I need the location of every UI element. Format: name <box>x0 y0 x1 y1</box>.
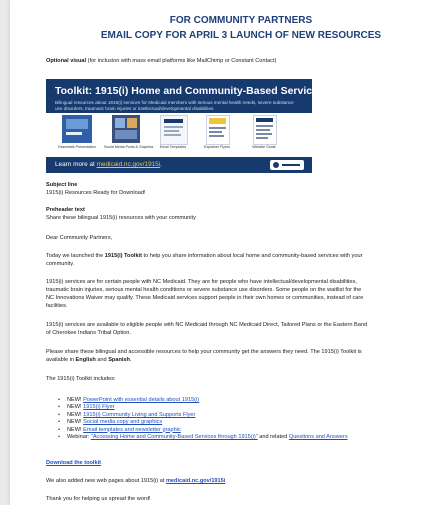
p4-spanish: Spanish <box>108 357 130 363</box>
list-item: NEW! 1915(i) Flyer <box>58 404 348 412</box>
list-item: NEW! 1915(i) Community Living and Suppor… <box>58 411 348 420</box>
p2-line-1: 1915(i) services are for certain people … <box>46 279 357 285</box>
p4-period: . <box>129 357 132 363</box>
header-line-2: EMAIL COPY FOR APRIL 3 LAUNCH OF NEW RES… <box>100 30 382 41</box>
document-page: FOR COMMUNITY PARTNERS EMAIL COPY FOR AP… <box>10 0 436 505</box>
list-item: NEW! Email templates and newsletter grap… <box>58 426 348 435</box>
banner-learn-more: Learn more at medicaid.nc.gov/1915i. <box>55 161 162 168</box>
subject-text: 1915(i) Resources Ready for Download! <box>46 190 146 196</box>
banner-resource-strip: Essentials Presentation Social Media Pos… <box>46 113 312 157</box>
banner-learn-link: medicaid.nc.gov/1915i <box>96 161 161 168</box>
webpages-pre: We also added new web pages about 1915(i… <box>46 478 166 484</box>
toolkit-list: NEW! PowerPoint with essential details a… <box>58 397 348 442</box>
list-item: NEW! PowerPoint with essential details a… <box>58 397 348 405</box>
presentation-thumbnail <box>62 115 92 143</box>
new-tag: NEW! <box>67 426 84 433</box>
banner-footer: Learn more at medicaid.nc.gov/1915i. <box>46 157 312 173</box>
toolkit-banner-image: Toolkit: 1915(i) Home and Community-Base… <box>46 79 324 173</box>
p1-line-2: community. <box>46 261 75 267</box>
flyer-thumbnail <box>206 115 230 145</box>
list-item: NEW! Social media copy and graphics <box>58 419 348 427</box>
tile-label-presentation: Essentials Presentation <box>58 145 96 149</box>
p2-line-4: facilities. <box>46 303 68 309</box>
p3-line-2: of Cherokee Indians Tribal Option. <box>46 330 131 336</box>
greeting: Dear Community Partners, <box>46 235 113 241</box>
social-media-thumbnail <box>112 115 140 143</box>
new-tag: NEW! <box>67 411 84 418</box>
list-item: Webinar: "Accessing Home and Community-B… <box>58 434 348 442</box>
preheader-heading: Preheader text <box>46 207 85 213</box>
p1-pre: Today we launched the <box>46 253 105 259</box>
download-toolkit-link[interactable]: Download the toolkit <box>46 460 101 467</box>
new-tag: NEW! <box>67 419 84 426</box>
optional-visual-label: Optional visual <box>46 58 87 64</box>
optional-visual-line: Optional visual (for inclusion with mass… <box>46 58 276 65</box>
preheader-text: Share these bilingual 1915(i) resources … <box>46 215 196 221</box>
social-media-link[interactable]: Social media copy and graphics <box>83 419 162 425</box>
p3-line-1: 1915(i) services are available to eligib… <box>46 322 368 328</box>
new-tag: NEW! <box>67 397 84 403</box>
webinar-link[interactable]: "Accessing Home and Community-Based Serv… <box>91 434 258 440</box>
website-guide-thumbnail <box>253 115 277 145</box>
community-living-flyer-link[interactable]: 1915(i) Community Living and Supports Fl… <box>83 412 195 418</box>
banner-learn-prefix: Learn more at <box>55 161 97 168</box>
optional-visual-note: (for inclusion with mass email platforms… <box>86 58 277 64</box>
tile-label-email: Email Templates <box>159 145 187 149</box>
webinar-and-related: and related <box>257 434 289 441</box>
tile-label-social: Social Media Posts & Graphics <box>104 145 154 149</box>
thanks-line: Thank you for helping us spread the word… <box>46 496 151 502</box>
p4-and: and <box>95 357 109 363</box>
p2-line-2: traumatic brain injuries, serious mental… <box>46 287 362 293</box>
p1-post: to help you share information about loca… <box>141 253 363 259</box>
header-line-1: FOR COMMUNITY PARTNERS <box>169 15 313 26</box>
tile-label-flyers: Explainer Flyers <box>204 145 230 149</box>
p4-line-2: available in English and Spanish. <box>46 357 132 364</box>
p4-english: English <box>75 357 96 363</box>
flyer-link[interactable]: 1915(i) Flyer <box>83 404 114 410</box>
p2-line-3: NC Innovations Waiver may qualify. These… <box>46 295 364 301</box>
p1-toolkit-name: 1915(i) Toolkit <box>104 253 142 259</box>
banner-title: Toolkit: 1915(i) Home and Community-Base… <box>55 85 324 97</box>
new-tag: NEW! <box>67 404 84 411</box>
p4-pre: available in <box>46 357 76 363</box>
banner-subtitle: Bilingual resources about 1915(i) servic… <box>55 100 294 111</box>
p1-line-1: Today we launched the 1915(i) Toolkit to… <box>46 253 362 260</box>
webpages-link[interactable]: medicaid.nc.gov/1915i <box>166 478 225 484</box>
questions-answers-link[interactable]: Questions and Answers <box>289 434 348 440</box>
toolkit-includes-label: The 1915(i) Toolkit includes: <box>46 376 116 382</box>
email-templates-link[interactable]: Email templates and newsletter graphic <box>83 427 181 433</box>
email-template-thumbnail <box>160 115 188 145</box>
tile-label-website: Website Guide <box>252 145 276 149</box>
p4-line-1: Please share these bilingual and accessi… <box>46 349 362 355</box>
webpages-line: We also added new web pages about 1915(i… <box>46 478 225 485</box>
subject-heading: Subject line <box>46 182 78 188</box>
banner-learn-suffix: . <box>160 161 162 168</box>
ncdhhs-logo-icon <box>270 160 304 170</box>
webinar-tag: Webinar: <box>67 434 91 441</box>
powerpoint-link[interactable]: PowerPoint with essential details about … <box>83 397 199 403</box>
